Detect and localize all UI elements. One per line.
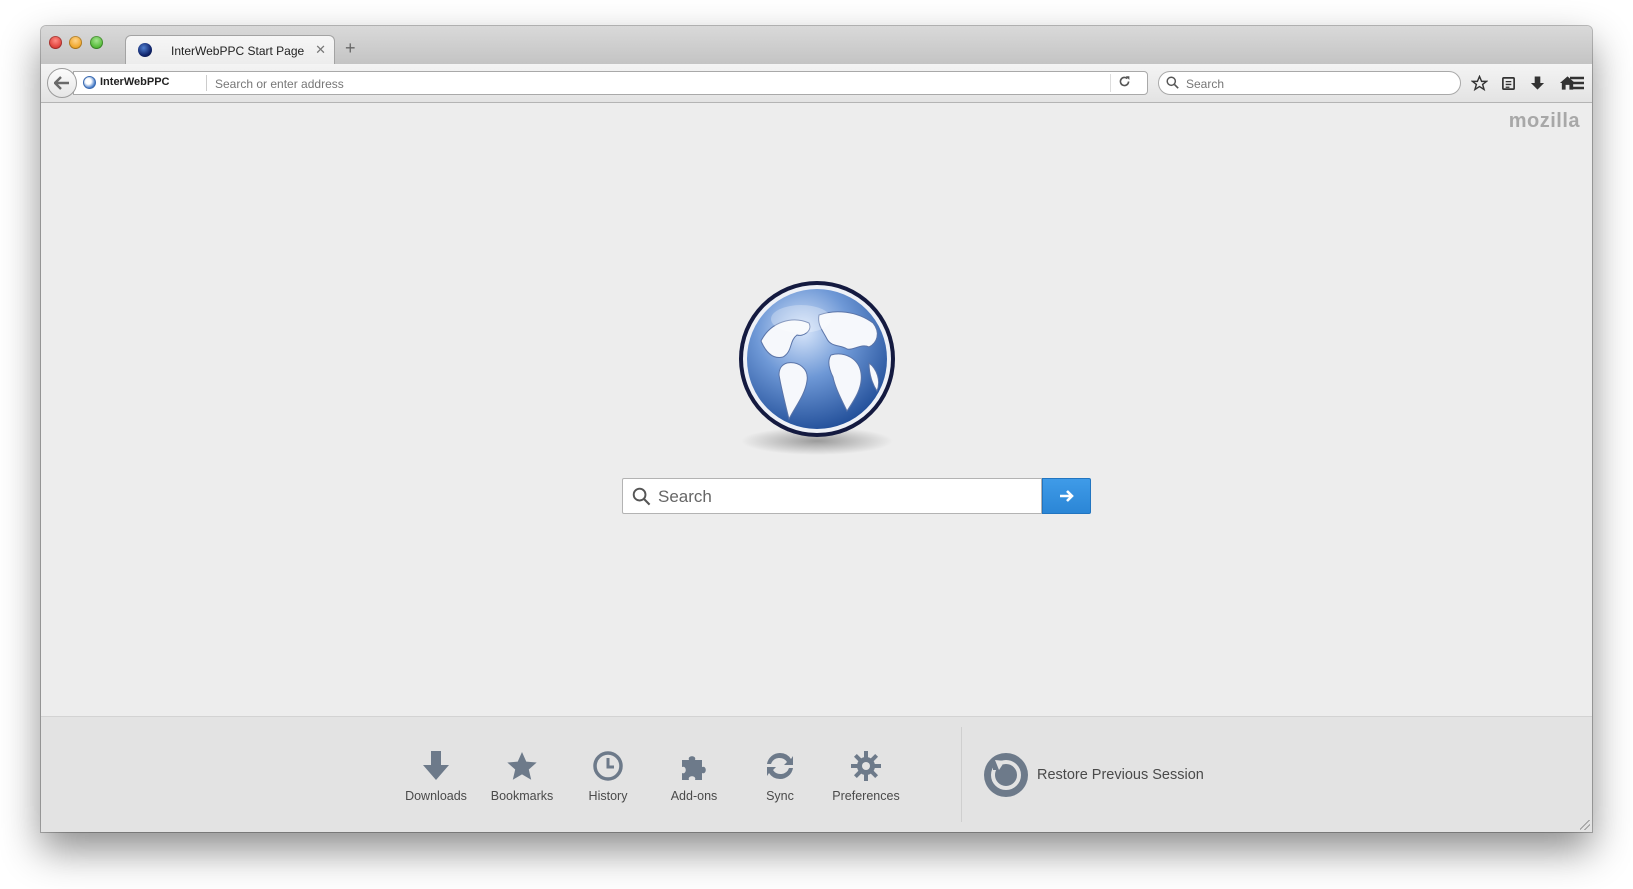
launcher-addons-button[interactable]: Add-ons	[654, 749, 734, 803]
navigation-bar: InterWebPPC	[41, 64, 1592, 103]
launcher-label: Downloads	[405, 789, 467, 803]
back-arrow-icon	[54, 76, 69, 90]
launcher-label: Sync	[766, 789, 794, 803]
mozilla-wordmark: mozilla	[1508, 110, 1580, 132]
site-identity-icon[interactable]	[83, 76, 96, 89]
search-submit-button[interactable]	[1042, 478, 1091, 514]
globe-logo	[731, 271, 906, 461]
tab-strip: InterWebPPC Start Page ✕ +	[41, 26, 1592, 65]
restore-session-button[interactable]: Restore Previous Session	[983, 751, 1204, 799]
site-identity-label[interactable]: InterWebPPC	[100, 76, 169, 88]
launcher-downloads-button[interactable]: Downloads	[396, 749, 476, 803]
window-zoom-button[interactable]	[90, 36, 103, 49]
reload-icon[interactable]	[1118, 75, 1131, 91]
browser-window: InterWebPPC Start Page ✕ + InterWebPPC S…	[41, 26, 1592, 832]
close-tab-icon[interactable]: ✕	[315, 42, 326, 58]
toolbar-search-box[interactable]	[1158, 71, 1461, 95]
tab-start-page[interactable]: InterWebPPC Start Page ✕	[125, 35, 335, 65]
search-form	[622, 478, 1091, 514]
launcher-label: History	[588, 789, 628, 803]
search-input[interactable]	[656, 485, 1040, 509]
launcher-history-button[interactable]: History	[568, 749, 648, 803]
gear-icon	[826, 749, 906, 783]
launcher-sync-button[interactable]: Sync	[740, 749, 820, 803]
search-icon	[632, 487, 651, 506]
address-input[interactable]	[213, 74, 1017, 94]
arrow-right-icon	[1059, 490, 1074, 502]
launcher-label: Preferences	[832, 789, 900, 803]
window-close-button[interactable]	[49, 36, 62, 49]
bookmarks-menu-icon[interactable]	[1497, 72, 1519, 94]
download-icon[interactable]	[1526, 72, 1548, 94]
search-icon	[1166, 76, 1179, 89]
star-icon	[482, 749, 562, 783]
url-bar[interactable]: InterWebPPC	[73, 71, 1148, 95]
restore-icon	[984, 753, 1028, 797]
search-field[interactable]	[622, 478, 1042, 514]
launcher-preferences-button[interactable]: Preferences	[826, 749, 906, 803]
globe-icon	[138, 43, 152, 57]
clock-icon	[568, 749, 648, 783]
launcher-label: Add-ons	[670, 789, 718, 803]
launcher-label: Bookmarks	[490, 789, 554, 803]
puzzle-icon	[654, 749, 734, 783]
resize-grip[interactable]	[1580, 820, 1590, 830]
toolbar-search-input[interactable]	[1184, 74, 1448, 94]
back-button[interactable]	[47, 68, 77, 98]
divider	[1110, 74, 1111, 92]
bookmark-star-icon[interactable]	[1468, 72, 1490, 94]
divider	[961, 727, 962, 822]
launcher-bookmarks-button[interactable]: Bookmarks	[482, 749, 562, 803]
new-tab-button[interactable]: +	[345, 39, 356, 57]
restore-session-label: Restore Previous Session	[1037, 767, 1204, 783]
download-icon	[396, 749, 476, 783]
launcher-bar: Downloads Bookmarks History Add-ons Sync	[41, 716, 1592, 832]
sync-icon	[740, 749, 820, 783]
menu-icon[interactable]	[1566, 72, 1588, 94]
window-minimize-button[interactable]	[69, 36, 82, 49]
tab-title: InterWebPPC Start Page	[171, 44, 305, 58]
divider	[206, 75, 207, 91]
